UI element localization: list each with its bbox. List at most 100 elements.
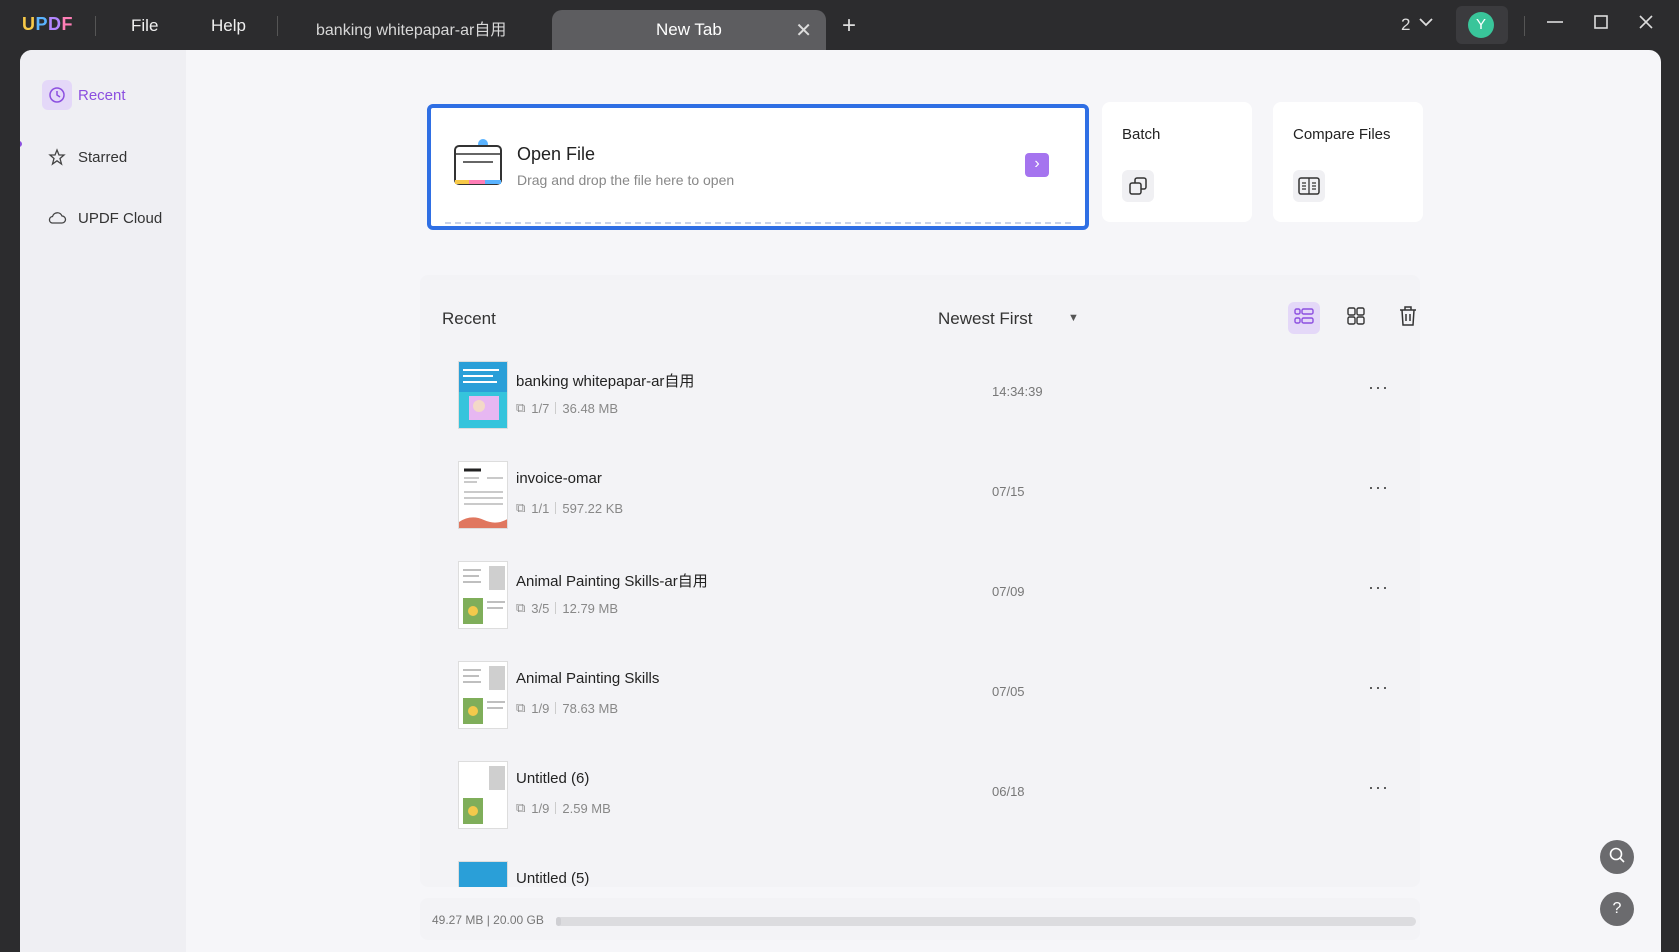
storage-fill [556, 917, 562, 926]
file-meta: ⧉ 1/1 597.22 KB [516, 500, 623, 516]
dropdown-arrow-icon[interactable]: ▼ [1068, 312, 1079, 324]
batch-title: Batch [1122, 126, 1161, 143]
more-options-icon[interactable]: ··· [1368, 477, 1389, 498]
file-size: 78.63 MB [562, 700, 619, 716]
sidebar-item-updf-cloud[interactable]: UPDF Cloud [42, 203, 162, 233]
compare-icon [1293, 170, 1325, 202]
file-thumbnail [458, 361, 508, 429]
grid-view-button[interactable] [1340, 302, 1372, 334]
more-options-icon[interactable]: ··· [1368, 377, 1389, 398]
storage-track [556, 917, 1416, 926]
close-tab-icon[interactable]: ✕ [795, 18, 812, 43]
window-count[interactable]: 2 [1401, 15, 1410, 35]
file-pages: 1/9 [531, 800, 550, 816]
table-row[interactable]: Untitled (6) ⧉ 1/9 2.59 MB 06/18 ··· [420, 747, 1420, 847]
storage-usage: 49.27 MB | 20.00 GB [432, 913, 544, 927]
cloud-icon [42, 203, 72, 233]
divider [555, 402, 557, 414]
clock-icon [42, 80, 72, 110]
chevron-down-icon[interactable] [1418, 15, 1434, 31]
pages-icon: ⧉ [516, 700, 526, 715]
trash-icon [1398, 305, 1418, 332]
title-bar: UPDF File Help banking whitepapar-ar自用 N… [0, 0, 1679, 50]
table-row[interactable]: Animal Painting Skills ⧉ 1/9 78.63 MB 07… [420, 647, 1420, 747]
file-meta: ⧉ 1/9 78.63 MB [516, 700, 618, 716]
file-pages: 1/7 [531, 400, 550, 416]
star-icon [42, 142, 72, 172]
table-row[interactable]: banking whitepapar-ar自用 ⧉ 1/7 36.48 MB 1… [420, 347, 1420, 447]
file-meta: ⧉ 1/9 2.59 MB [516, 800, 611, 816]
more-options-icon[interactable]: ··· [1368, 577, 1389, 598]
file-date: 14:34:39 [992, 384, 1043, 399]
file-size: 2.59 MB [562, 800, 611, 816]
sidebar: Recent Starred UPDF Cloud [20, 50, 186, 952]
sort-dropdown[interactable]: Newest First [938, 309, 1032, 329]
open-file-card[interactable]: Open File Drag and drop the file here to… [427, 104, 1089, 230]
more-options-icon[interactable]: ··· [1368, 777, 1389, 798]
menu-file[interactable]: File [131, 16, 158, 36]
sidebar-item-starred[interactable]: Starred [42, 142, 127, 172]
file-name: Untitled (6) [516, 770, 590, 787]
compare-files-title: Compare Files [1293, 126, 1391, 143]
pages-icon: ⧉ [516, 600, 526, 615]
table-row[interactable]: Animal Painting Skills-ar自用 ⧉ 3/5 12.79 … [420, 547, 1420, 647]
tab-new-tab[interactable]: New Tab ✕ [552, 10, 826, 50]
file-name: Animal Painting Skills [516, 670, 660, 687]
grid-view-icon [1346, 306, 1366, 331]
sidebar-item-recent[interactable]: Recent [42, 80, 126, 110]
file-name: banking whitepapar-ar自用 [516, 373, 695, 390]
open-file-subtitle: Drag and drop the file here to open [517, 172, 735, 188]
main-window: Recent Starred UPDF Cloud Open File Drag… [20, 50, 1661, 952]
file-thumbnail [458, 461, 508, 529]
minimize-icon[interactable] [1545, 12, 1565, 38]
help-button[interactable]: ? [1600, 892, 1634, 926]
compare-files-card[interactable]: Compare Files [1273, 102, 1423, 222]
list-view-icon [1293, 307, 1315, 330]
search-icon [1608, 846, 1626, 869]
file-meta: ⧉ 1/7 36.48 MB [516, 400, 618, 416]
folder-icon [451, 136, 503, 193]
divider [555, 702, 557, 714]
file-size: 36.48 MB [562, 400, 619, 416]
menu-help[interactable]: Help [211, 16, 246, 36]
file-date: 07/05 [992, 684, 1025, 699]
file-name: Untitled (5) [516, 870, 590, 887]
sidebar-item-label: Starred [78, 148, 128, 166]
list-view-button[interactable] [1288, 302, 1320, 334]
file-pages: 3/5 [531, 600, 550, 616]
file-name: invoice-omar [516, 470, 602, 487]
divider [555, 602, 557, 614]
table-row[interactable]: invoice-omar ⧉ 1/1 597.22 KB 07/15 ··· [420, 447, 1420, 547]
file-thumbnail [458, 661, 508, 729]
open-file-title: Open File [517, 144, 596, 164]
batch-card[interactable]: Batch [1102, 102, 1252, 222]
pages-icon: ⧉ [516, 500, 526, 515]
close-window-icon[interactable] [1636, 12, 1656, 38]
add-tab-icon[interactable]: + [842, 12, 856, 40]
account-button[interactable]: Y [1456, 6, 1508, 44]
file-pages: 1/9 [531, 700, 550, 716]
file-name: Animal Painting Skills-ar自用 [516, 573, 708, 590]
tab-label: New Tab [656, 20, 722, 39]
chevron-right-icon[interactable]: › [1025, 153, 1049, 177]
updf-logo[interactable]: UPDF [22, 14, 73, 35]
divider [95, 16, 96, 36]
help-icon: ? [1612, 900, 1622, 917]
file-pages: 1/1 [531, 500, 550, 516]
file-meta: ⧉ 3/5 12.79 MB [516, 600, 618, 616]
sidebar-item-label: Recent [78, 86, 126, 104]
more-options-icon[interactable]: ··· [1368, 677, 1389, 698]
search-button[interactable] [1600, 840, 1634, 874]
table-row[interactable]: Untitled (5) [420, 847, 1420, 887]
file-date: 06/18 [992, 784, 1025, 799]
delete-button[interactable] [1392, 302, 1420, 334]
tab-banking[interactable]: banking whitepapar-ar自用 [316, 16, 506, 40]
file-size: 12.79 MB [562, 600, 619, 616]
file-thumbnail [458, 861, 508, 887]
divider [555, 502, 557, 514]
maximize-icon[interactable] [1591, 12, 1611, 38]
file-date: 07/15 [992, 484, 1025, 499]
pages-icon: ⧉ [516, 800, 526, 815]
divider [277, 16, 278, 36]
file-thumbnail [458, 761, 508, 829]
